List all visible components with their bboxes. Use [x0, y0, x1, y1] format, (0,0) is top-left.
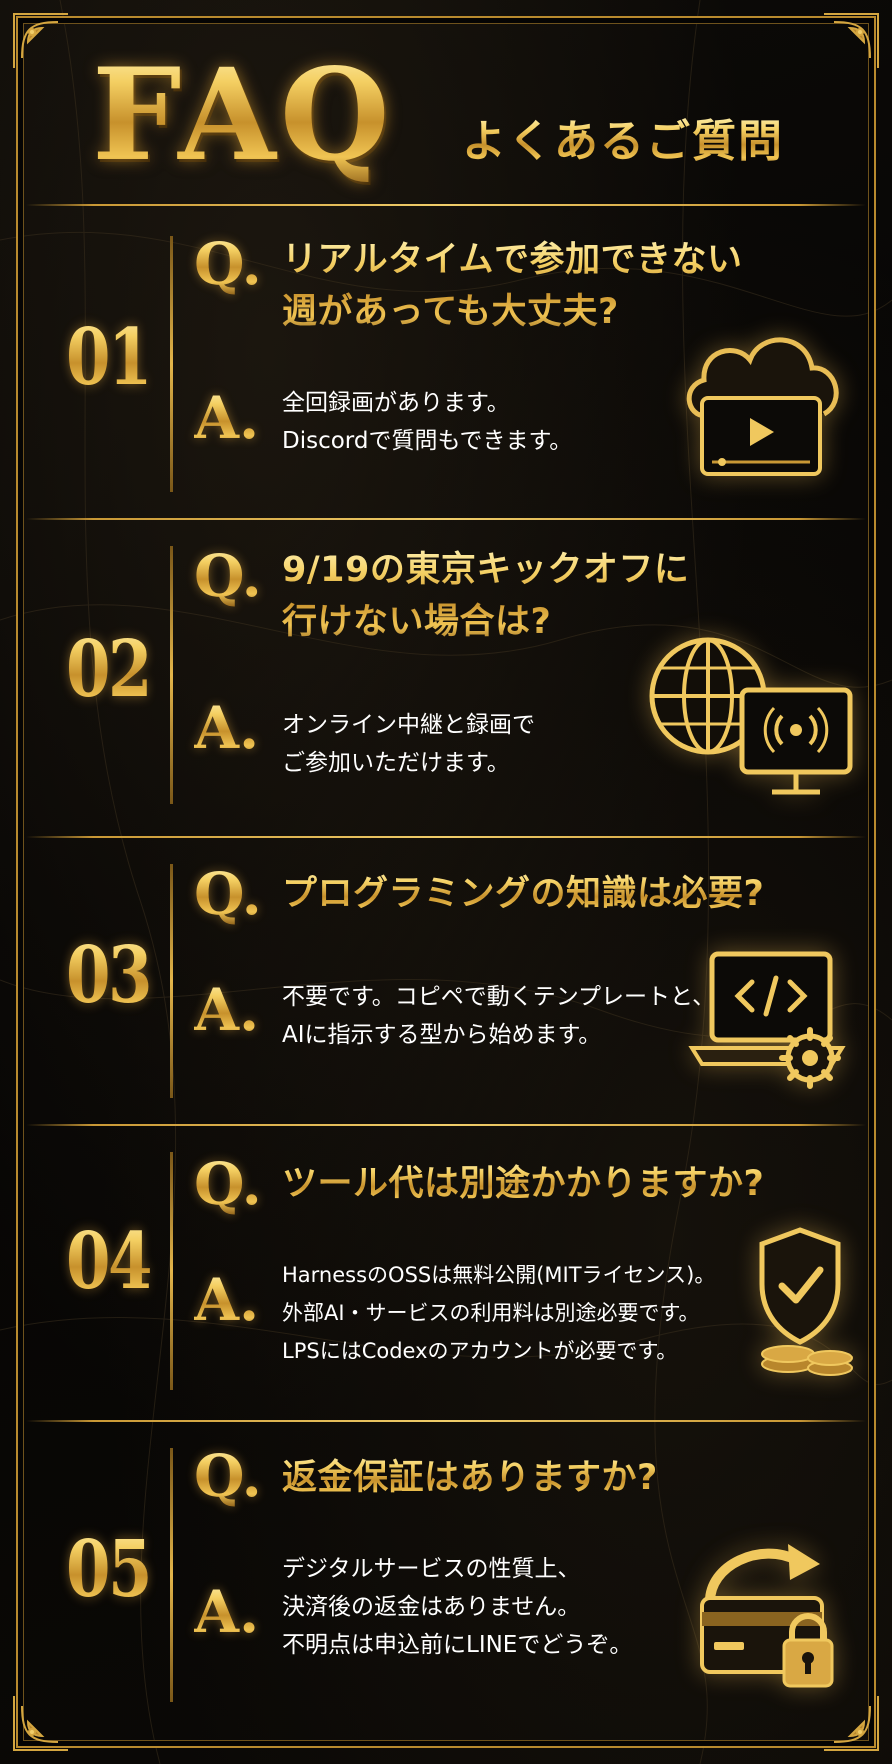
faq-answer-line: AIに指示する型から始めます。	[282, 1022, 602, 1048]
page-title: FAQ	[92, 41, 394, 189]
faq-number: 02	[51, 620, 166, 720]
faq-answer: オンライン中継と録画で ご参加いただけます。	[282, 706, 535, 782]
faq-item-05: 05 Q. 返金保証はありますか? A. デジタルサービスの性質上、 決済後の返…	[26, 1422, 866, 1732]
laptop-code-gear-icon	[688, 951, 846, 1089]
faq-question-line: ツール代は別途かかりますか?	[282, 1164, 765, 1204]
faq-vertical-line	[170, 1152, 173, 1390]
faq-question-line: リアルタイムで参加できない	[282, 240, 743, 280]
faq-question: リアルタイムで参加できない 週があっても大丈夫?	[282, 234, 742, 338]
faq-answer: デジタルサービスの性質上、 決済後の返金はありません。 不明点は申込前にLINE…	[282, 1550, 632, 1664]
faq-answer-line: HarnessのOSSは無料公開(MITライセンス)。	[282, 1263, 716, 1287]
faq-question: 9/19の東京キックオフに 行けない場合は?	[282, 544, 689, 648]
faq-item-04: 04 Q. ツール代は別途かかりますか? A. HarnessのOSSは無料公開…	[26, 1126, 866, 1420]
answer-mark-label: A.	[194, 976, 260, 1044]
faq-question: プログラミングの知識は必要?	[282, 868, 764, 920]
faq-question-line: 返金保証はありますか?	[282, 1458, 658, 1498]
card-lock-refresh-icon	[700, 1544, 834, 1688]
faq-answer-line: 決済後の返金はありません。	[282, 1594, 581, 1620]
page-subtitle: よくあるご質問	[462, 114, 784, 170]
faq-answer: HarnessのOSSは無料公開(MITライセンス)。 外部AI・サービスの利用…	[282, 1256, 715, 1370]
faq-question-line: プログラミングの知識は必要?	[282, 874, 765, 914]
faq-vertical-line	[170, 236, 173, 492]
faq-question-line: 週があっても大丈夫?	[282, 292, 619, 332]
question-mark-label: Q.	[194, 1150, 262, 1218]
question-mark-label: Q.	[194, 1442, 262, 1510]
question-mark-label: Q.	[194, 230, 262, 298]
faq-number: 01	[51, 308, 166, 408]
cloud-video-icon	[686, 337, 839, 476]
faq-item-03: 03 Q. プログラミングの知識は必要? A. 不要です。コピペで動くテンプレー…	[26, 838, 866, 1124]
faq-question-line: 9/19の東京キックオフに	[282, 550, 690, 590]
globe-monitor-icon	[649, 637, 853, 795]
faq-answer-line: Discordで質問もできます。	[282, 428, 573, 454]
faq-answer-line: 全回録画があります。	[282, 390, 510, 416]
page-header: FAQ よくあるご質問	[0, 32, 892, 200]
faq-answer-line: ご参加いただけます。	[282, 750, 510, 776]
faq-item-02: 02 Q. 9/19の東京キックオフに 行けない場合は? A. オンライン中継と…	[26, 520, 866, 836]
faq-vertical-line	[170, 864, 173, 1098]
faq-answer-line: オンライン中継と録画で	[282, 712, 535, 738]
question-mark-label: Q.	[194, 542, 262, 610]
faq-answer-line: LPSにはCodexのアカウントが必要です。	[282, 1339, 678, 1363]
faq-answer-line: 外部AI・サービスの利用料は別途必要です。	[282, 1301, 700, 1325]
answer-mark-label: A.	[194, 1266, 260, 1334]
faq-page: FAQ よくあるご質問 01 Q. リアルタイムで参加できない 週があっても大丈…	[0, 0, 892, 1764]
faq-number: 04	[51, 1212, 166, 1312]
faq-question: ツール代は別途かかりますか?	[282, 1158, 764, 1210]
faq-answer: 全回録画があります。 Discordで質問もできます。	[282, 384, 572, 460]
faq-answer-line: 不要です。コピペで動くテンプレートと、	[282, 984, 716, 1010]
answer-mark-label: A.	[194, 694, 260, 762]
faq-question: 返金保証はありますか?	[282, 1452, 658, 1504]
faq-number: 05	[51, 1520, 166, 1620]
faq-answer-line: 不明点は申込前にLINEでどうぞ。	[282, 1632, 633, 1658]
faq-item-01: 01 Q. リアルタイムで参加できない 週があっても大丈夫? A. 全回録画があ…	[26, 206, 866, 518]
answer-mark-label: A.	[194, 1578, 260, 1646]
faq-answer-line: デジタルサービスの性質上、	[282, 1556, 581, 1582]
faq-answer: 不要です。コピペで動くテンプレートと、 AIに指示する型から始めます。	[282, 978, 715, 1054]
shield-check-coins-icon	[759, 1227, 853, 1376]
faq-vertical-line	[170, 546, 173, 804]
question-mark-label: Q.	[194, 860, 262, 928]
answer-mark-label: A.	[194, 384, 260, 452]
faq-vertical-line	[170, 1448, 173, 1702]
faq-number: 03	[51, 926, 166, 1026]
faq-question-line: 行けない場合は?	[282, 602, 552, 642]
